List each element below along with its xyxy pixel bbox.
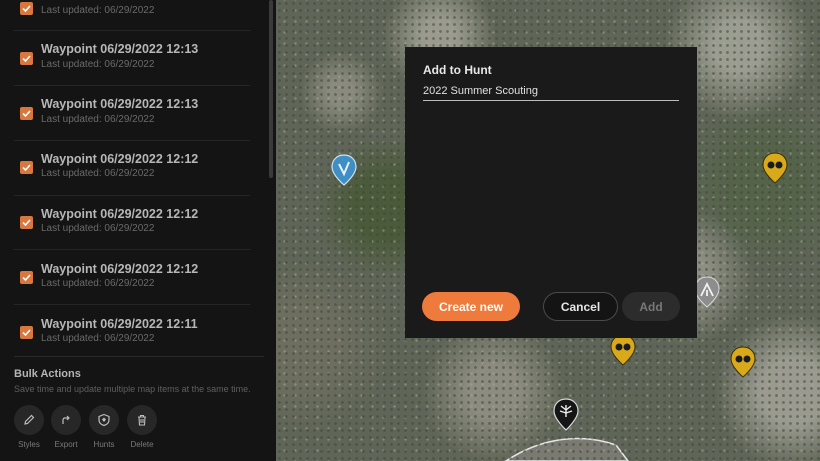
checkbox-checked[interactable] (20, 107, 33, 120)
checkmark-icon (22, 329, 31, 337)
waypoint-updated: Last updated: 06/29/2022 (41, 168, 155, 179)
list-item[interactable]: Last updated: 06/29/2022 (0, 0, 264, 31)
shield-icon (98, 413, 110, 427)
checkmark-icon (22, 5, 31, 13)
checkmark-icon (22, 164, 31, 172)
export-icon (62, 415, 70, 424)
list-item[interactable]: Waypoint 06/29/2022 12:11 Last updated: … (0, 305, 264, 360)
binoculars-pin-icon[interactable] (730, 346, 756, 378)
waypoint-updated: Last updated: 06/29/2022 (41, 223, 155, 234)
styles-button[interactable] (14, 405, 44, 435)
list-item[interactable]: Waypoint 06/29/2022 12:13 Last updated: … (0, 31, 264, 86)
export-label: Export (54, 440, 78, 449)
waypoint-title: Waypoint 06/29/2022 12:12 (41, 152, 199, 166)
waypoint-updated: Last updated: 06/29/2022 (41, 278, 155, 289)
waypoint-updated: Last updated: 06/29/2022 (41, 5, 155, 16)
bulk-actions-description: Save time and update multiple map items … (14, 384, 251, 394)
binoculars-pin-icon[interactable] (762, 152, 788, 184)
binoculars-pin-icon[interactable] (610, 334, 636, 366)
list-item[interactable]: Waypoint 06/29/2022 12:13 Last updated: … (0, 86, 264, 141)
export-button[interactable] (51, 405, 81, 435)
waypoint-title: Waypoint 06/29/2022 12:13 (41, 42, 199, 56)
waypoint-title: Waypoint 06/29/2022 12:11 (41, 317, 198, 331)
hunt-name-input[interactable] (423, 81, 679, 101)
waypoint-updated: Last updated: 06/29/2022 (41, 59, 155, 70)
checkbox-checked[interactable] (20, 216, 33, 229)
checkmark-icon (22, 55, 31, 63)
bulk-actions-title: Bulk Actions (14, 368, 81, 380)
tent-pin-icon[interactable] (694, 276, 720, 308)
checkbox-checked[interactable] (20, 2, 33, 15)
checkbox-checked[interactable] (20, 161, 33, 174)
cancel-button[interactable]: Cancel (543, 292, 618, 321)
checkbox-checked[interactable] (20, 271, 33, 284)
waypoint-title: Waypoint 06/29/2022 12:12 (41, 262, 199, 276)
add-button[interactable]: Add (622, 292, 680, 321)
checkbox-checked[interactable] (20, 326, 33, 339)
waypoint-updated: Last updated: 06/29/2022 (41, 333, 155, 344)
checkmark-icon (22, 110, 31, 118)
styles-label: Styles (18, 440, 40, 449)
add-to-hunt-dialog: Add to Hunt Create new Cancel Add (405, 47, 697, 338)
create-new-button[interactable]: Create new (422, 292, 520, 321)
delete-label: Delete (130, 440, 154, 449)
dialog-title: Add to Hunt (423, 63, 492, 77)
hunts-button[interactable] (89, 405, 119, 435)
pencil-icon (24, 414, 35, 425)
turkey-pin-icon[interactable] (553, 398, 579, 431)
waypoint-pin-blue-icon[interactable] (331, 154, 357, 186)
list-item[interactable]: Waypoint 06/29/2022 12:12 Last updated: … (0, 195, 264, 250)
list-item[interactable]: Waypoint 06/29/2022 12:12 Last updated: … (0, 250, 264, 305)
waypoint-updated: Last updated: 06/29/2022 (41, 114, 155, 125)
checkmark-icon (22, 219, 31, 227)
divider (14, 356, 264, 357)
hunts-label: Hunts (93, 440, 115, 449)
checkmark-icon (22, 274, 31, 282)
trash-icon (138, 414, 146, 426)
map-trail (504, 437, 629, 461)
checkbox-checked[interactable] (20, 52, 33, 65)
sidebar-scrollbar[interactable] (269, 0, 273, 178)
waypoint-title: Waypoint 06/29/2022 12:12 (41, 207, 199, 221)
waypoint-title: Waypoint 06/29/2022 12:13 (41, 97, 199, 111)
list-item[interactable]: Waypoint 06/29/2022 12:12 Last updated: … (0, 141, 264, 196)
delete-button[interactable] (127, 405, 157, 435)
sidebar: Last updated: 06/29/2022 Waypoint 06/29/… (0, 0, 276, 461)
